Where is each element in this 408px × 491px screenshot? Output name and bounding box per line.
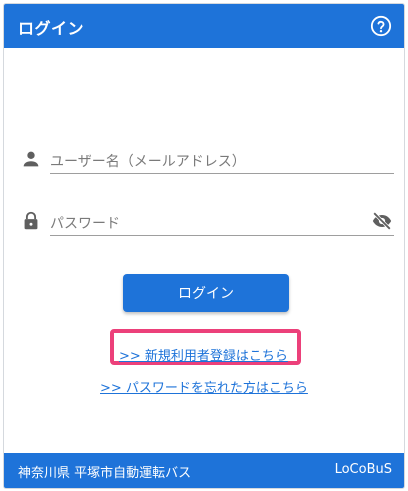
login-dialog: ログイン ログイン >> 新規利用者登録はこちら >> パスワードを忘れた方 <box>3 3 405 489</box>
footer-operator: 神奈川県 平塚市自動運転バス <box>18 466 192 481</box>
forgot-password-link[interactable]: >> パスワードを忘れた方はこちら <box>100 377 308 396</box>
eye-off-icon[interactable] <box>370 210 394 232</box>
username-field <box>20 138 396 178</box>
header-bar: ログイン <box>4 4 404 48</box>
username-input[interactable] <box>50 138 394 174</box>
password-field <box>20 200 396 240</box>
login-button[interactable]: ログイン <box>123 274 289 312</box>
help-icon[interactable] <box>370 15 392 37</box>
lock-icon <box>24 211 38 230</box>
footer-bar: 神奈川県 平塚市自動運転バス LoCoBuS <box>4 453 404 488</box>
password-input[interactable] <box>50 200 394 236</box>
user-icon <box>23 151 39 167</box>
register-link[interactable]: >> 新規利用者登録はこちら <box>119 345 288 364</box>
footer-brand: LoCoBuS <box>334 462 392 477</box>
page-title: ログイン <box>18 19 85 38</box>
